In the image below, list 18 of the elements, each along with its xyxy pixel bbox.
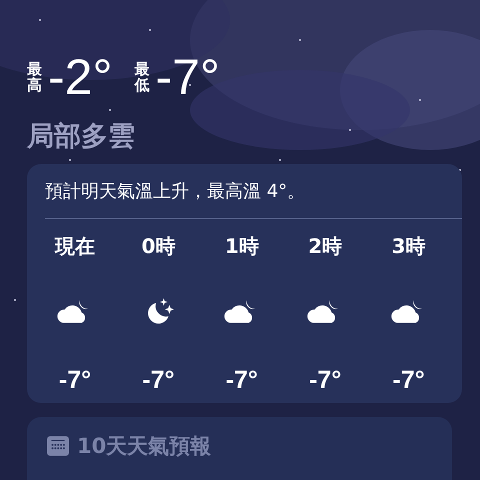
forecast-title: 10天天氣預報 — [77, 433, 212, 460]
high-temperature: -2° — [48, 52, 112, 102]
hour-temperature: -7° — [141, 366, 176, 395]
hour-temperature: -7° — [392, 366, 426, 395]
high-label: 最高 — [27, 60, 42, 94]
hour-label: 現在 — [54, 233, 96, 260]
hour-label: 0時 — [140, 233, 176, 260]
hour-temperature: -7° — [224, 366, 259, 395]
low-temperature: -7° — [155, 52, 220, 102]
hour-temperature: -7° — [58, 366, 92, 395]
low-label: 最低 — [134, 60, 150, 94]
hour-label: 3時 — [390, 233, 427, 260]
forecast-summary: 預計明天氣溫上升，最高溫 4°。 — [45, 180, 306, 204]
hour-temperature: -7° — [308, 366, 342, 395]
hour-label: 1時 — [224, 233, 260, 260]
hour-label: 2時 — [307, 233, 344, 260]
condition-text: 局部多雲 — [27, 120, 136, 154]
calendar-icon — [47, 436, 69, 456]
